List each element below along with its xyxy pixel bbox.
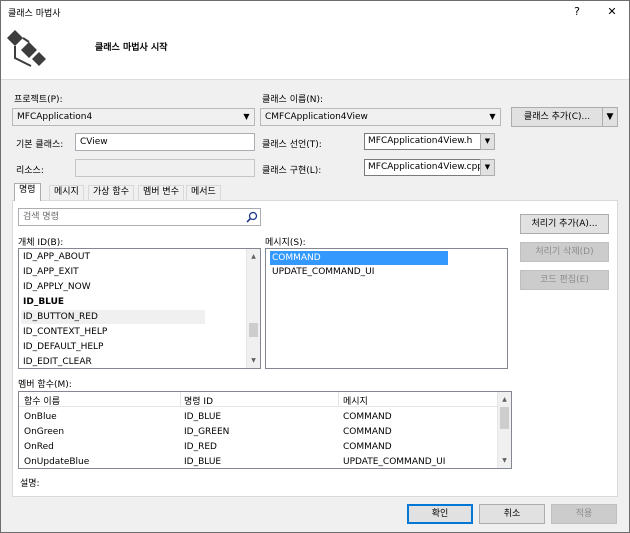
class-declaration-dropdown[interactable]: ▼: [480, 133, 495, 150]
column-header-message[interactable]: 메시지: [343, 394, 368, 407]
class-name-label: 클래스 이름(N):: [262, 95, 324, 105]
object-ids-list[interactable]: ID_APP_ABOUT ID_APP_EXIT ID_APPLY_NOW ID…: [18, 248, 261, 369]
search-icon[interactable]: [246, 211, 258, 223]
project-combo[interactable]: MFCApplication4 ▼: [12, 108, 255, 126]
list-item[interactable]: ID_BLUE: [23, 297, 64, 307]
class-implementation-label: 클래스 구현(L):: [262, 166, 322, 176]
member-functions-label: 멤버 함수(M):: [18, 380, 72, 390]
class-name-value: CMFCApplication4View: [265, 112, 368, 122]
close-button[interactable]: ✕: [603, 4, 621, 20]
column-divider: [338, 392, 339, 407]
table-cell: OnBlue: [24, 412, 57, 422]
class-declaration-field[interactable]: MFCApplication4View.h: [364, 133, 481, 150]
add-handler-button[interactable]: 처리기 추가(A)...: [520, 214, 609, 234]
table-cell: COMMAND: [343, 442, 392, 452]
class-name-combo[interactable]: CMFCApplication4View ▼: [260, 108, 501, 126]
chevron-down-icon: ▼: [484, 137, 491, 145]
resource-label: 리소스:: [16, 166, 44, 176]
cancel-button[interactable]: 취소: [479, 504, 545, 524]
class-implementation-field[interactable]: MFCApplication4View.cpp: [364, 159, 481, 176]
project-label: 프로젝트(P):: [14, 95, 63, 105]
scroll-up-icon[interactable]: ▲: [498, 392, 511, 407]
tab-virtual-functions[interactable]: 가상 함수: [88, 185, 134, 200]
tab-commands[interactable]: 명령: [14, 183, 41, 201]
class-wizard-logo-icon: [7, 30, 46, 67]
chevron-down-icon: ▼: [489, 112, 496, 121]
tab-messages[interactable]: 메시지: [49, 185, 84, 200]
table-cell: ID_GREEN: [184, 427, 230, 437]
list-item[interactable]: ID_APP_EXIT: [23, 267, 79, 277]
member-functions-scrollbar[interactable]: ▲ ▼: [497, 392, 511, 468]
list-item[interactable]: ID_CONTEXT_HELP: [23, 327, 107, 337]
search-input[interactable]: 검색 명령: [18, 208, 261, 226]
window-title: 클래스 마법사: [8, 9, 61, 19]
list-item[interactable]: ID_APP_ABOUT: [23, 252, 90, 262]
project-value: MFCApplication4: [17, 112, 93, 122]
description-label: 설명:: [20, 479, 40, 489]
wizard-header: 클래스 마법사 시작: [1, 23, 629, 80]
add-class-button[interactable]: 클래스 추가(C)...: [511, 107, 603, 127]
table-cell: ID_BLUE: [184, 457, 222, 467]
header-subtitle: 클래스 마법사 시작: [95, 43, 168, 53]
table-cell: ID_RED: [184, 442, 217, 452]
chevron-down-icon: ▼: [243, 112, 250, 121]
apply-button[interactable]: 적용: [551, 504, 617, 524]
scroll-down-icon[interactable]: ▼: [498, 453, 511, 468]
chevron-down-icon: ▼: [606, 112, 614, 122]
table-cell: UPDATE_COMMAND_UI: [343, 457, 446, 467]
table-row[interactable]: OnUpdateBlue ID_BLUE UPDATE_COMMAND_UI: [19, 456, 497, 468]
scroll-up-icon[interactable]: ▲: [247, 249, 260, 264]
tab-methods[interactable]: 메서드: [186, 185, 221, 200]
base-class-label: 기본 클래스:: [16, 140, 64, 150]
column-divider: [180, 392, 181, 407]
table-cell: COMMAND: [343, 427, 392, 437]
table-row[interactable]: OnRed ID_RED COMMAND: [19, 441, 497, 455]
list-item[interactable]: UPDATE_COMMAND_UI: [272, 267, 374, 277]
title-bar: 클래스 마법사 ? ✕: [1, 1, 629, 23]
list-item[interactable]: ID_EDIT_CLEAR: [23, 357, 92, 367]
ok-button[interactable]: 확인: [407, 504, 473, 524]
member-functions-table[interactable]: 함수 이름 명령 ID 메시지 OnBlue ID_BLUE COMMAND O…: [18, 391, 512, 469]
messages-list[interactable]: COMMAND UPDATE_COMMAND_UI: [265, 248, 508, 369]
table-cell: OnGreen: [24, 427, 65, 437]
scroll-thumb[interactable]: [500, 407, 509, 429]
table-cell: COMMAND: [343, 412, 392, 422]
chevron-down-icon: ▼: [484, 163, 491, 171]
help-button[interactable]: ?: [568, 4, 586, 20]
object-ids-scrollbar[interactable]: ▲ ▼: [246, 249, 260, 368]
list-item-selected[interactable]: ID_BUTTON_RED: [23, 312, 98, 322]
tab-member-variables[interactable]: 멤버 변수: [138, 185, 184, 200]
messages-label: 메시지(S):: [265, 238, 306, 248]
scroll-thumb[interactable]: [249, 323, 258, 337]
delete-handler-button[interactable]: 처리기 삭제(D): [520, 242, 609, 262]
column-header-command-id[interactable]: 명령 ID: [184, 394, 213, 407]
table-header: 함수 이름 명령 ID 메시지: [19, 392, 497, 407]
table-cell: OnUpdateBlue: [24, 457, 90, 467]
list-item-selected[interactable]: COMMAND: [272, 253, 321, 263]
list-item[interactable]: ID_DEFAULT_HELP: [23, 342, 103, 352]
object-ids-label: 개체 ID(B):: [18, 238, 64, 248]
base-class-field[interactable]: CView: [75, 133, 255, 151]
scroll-down-icon[interactable]: ▼: [247, 353, 260, 368]
column-header-function-name[interactable]: 함수 이름: [24, 394, 60, 407]
edit-code-button[interactable]: 코드 편집(E): [520, 270, 609, 290]
table-cell: OnRed: [24, 442, 54, 452]
class-implementation-dropdown[interactable]: ▼: [480, 159, 495, 176]
add-class-dropdown-button[interactable]: ▼: [602, 107, 618, 127]
table-row[interactable]: OnBlue ID_BLUE COMMAND: [19, 411, 497, 425]
commands-panel: 검색 명령 개체 ID(B): ID_APP_ABOUT ID_APP_EXIT…: [12, 200, 618, 497]
table-row[interactable]: OnGreen ID_GREEN COMMAND: [19, 426, 497, 440]
resource-field[interactable]: [75, 159, 255, 177]
list-item[interactable]: ID_APPLY_NOW: [23, 282, 91, 292]
table-cell: ID_BLUE: [184, 412, 222, 422]
class-declaration-label: 클래스 선언(T):: [262, 140, 322, 150]
